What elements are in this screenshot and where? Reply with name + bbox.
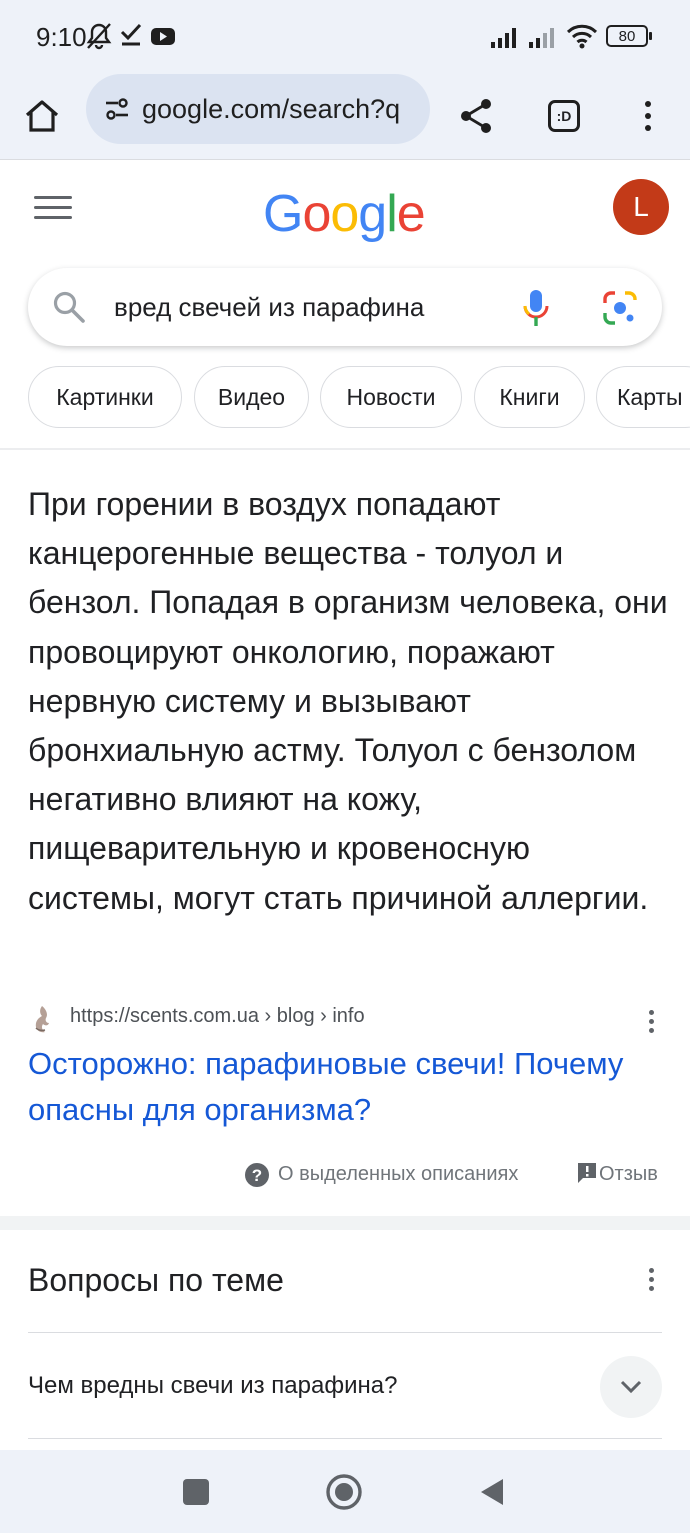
back-button[interactable] <box>470 1470 514 1514</box>
divider <box>28 1332 662 1333</box>
check-icon <box>120 23 142 46</box>
youtube-icon <box>151 28 175 45</box>
search-input[interactable]: вред свечей из парафина <box>114 292 424 323</box>
menu-icon[interactable] <box>34 196 72 224</box>
chip-news[interactable]: Новости <box>320 366 462 428</box>
featured-snippet-text: При горении в воздух попадают канцероген… <box>28 486 668 916</box>
voice-search-icon[interactable] <box>522 288 550 328</box>
battery-icon: 80 <box>606 25 648 47</box>
more-options-button[interactable] <box>620 88 676 144</box>
related-question[interactable]: Чем вредны свечи из парафина? <box>28 1372 397 1400</box>
battery-tip <box>649 32 652 40</box>
google-header: Google L <box>0 160 690 260</box>
battery-level: 80 <box>618 27 636 45</box>
search-filter-chips: Картинки Видео Новости Книги Карты <box>28 366 690 430</box>
status-time: 9:10 <box>36 22 87 52</box>
related-questions-title: Вопросы по теме <box>28 1262 284 1298</box>
recents-button[interactable] <box>174 1470 218 1514</box>
tab-switcher-button[interactable]: :D <box>536 88 592 144</box>
chip-video[interactable]: Видео <box>194 366 309 428</box>
signal-icon <box>529 28 554 48</box>
home-icon <box>25 100 59 132</box>
wifi-icon <box>566 24 598 49</box>
browser-toolbar: google.com/search?q :D <box>0 74 690 160</box>
share-button[interactable] <box>448 88 504 144</box>
feedback-label: Отзыв <box>599 1163 658 1185</box>
google-lens-icon[interactable] <box>602 290 638 326</box>
search-box[interactable]: вред свечей из парафина <box>28 268 662 346</box>
home-nav-button[interactable] <box>322 1470 366 1514</box>
related-menu-icon[interactable] <box>648 1268 654 1291</box>
result-source[interactable]: https://scents.com.ua › blog › info <box>28 1002 668 1036</box>
tab-count: :D <box>556 108 572 124</box>
system-nav-bar <box>0 1450 690 1533</box>
notifications-off-icon <box>86 23 112 50</box>
chip-books[interactable]: Книги <box>474 366 585 428</box>
chevron-down-icon <box>620 1380 642 1394</box>
feedback-icon <box>578 1163 596 1183</box>
result-title-link[interactable]: Осторожно: парафиновые свечи! Почему опа… <box>28 1041 668 1133</box>
share-icon <box>461 99 491 133</box>
signal-icon <box>491 28 516 48</box>
account-avatar[interactable]: L <box>613 179 669 235</box>
svg-text:?: ? <box>252 1166 262 1185</box>
divider <box>28 1438 662 1439</box>
address-bar[interactable]: google.com/search?q <box>86 74 430 144</box>
home-button[interactable] <box>14 88 70 144</box>
more-vert-icon <box>645 101 651 131</box>
section-separator <box>0 1216 690 1230</box>
help-icon: ? <box>245 1163 269 1187</box>
chip-images[interactable]: Картинки <box>28 366 182 428</box>
expand-question-button[interactable] <box>600 1356 662 1418</box>
url-text[interactable]: google.com/search?q <box>142 94 424 125</box>
source-url[interactable]: https://scents.com.ua › blog › info <box>70 1005 365 1028</box>
home-nav-icon <box>326 1474 362 1510</box>
result-menu-icon[interactable] <box>648 1010 654 1033</box>
google-logo[interactable]: Google <box>263 184 426 244</box>
recents-icon <box>183 1479 209 1505</box>
tab-switcher-icon: :D <box>548 100 580 132</box>
about-snippets-label: О выделенных описаниях <box>278 1163 519 1185</box>
search-icon <box>53 291 85 323</box>
back-icon <box>481 1479 503 1505</box>
site-favicon <box>35 1006 49 1033</box>
divider <box>0 448 690 450</box>
site-info-icon[interactable] <box>104 97 130 121</box>
chip-maps[interactable]: Карты <box>596 366 690 428</box>
status-bar: 9:10 80 <box>0 0 690 74</box>
